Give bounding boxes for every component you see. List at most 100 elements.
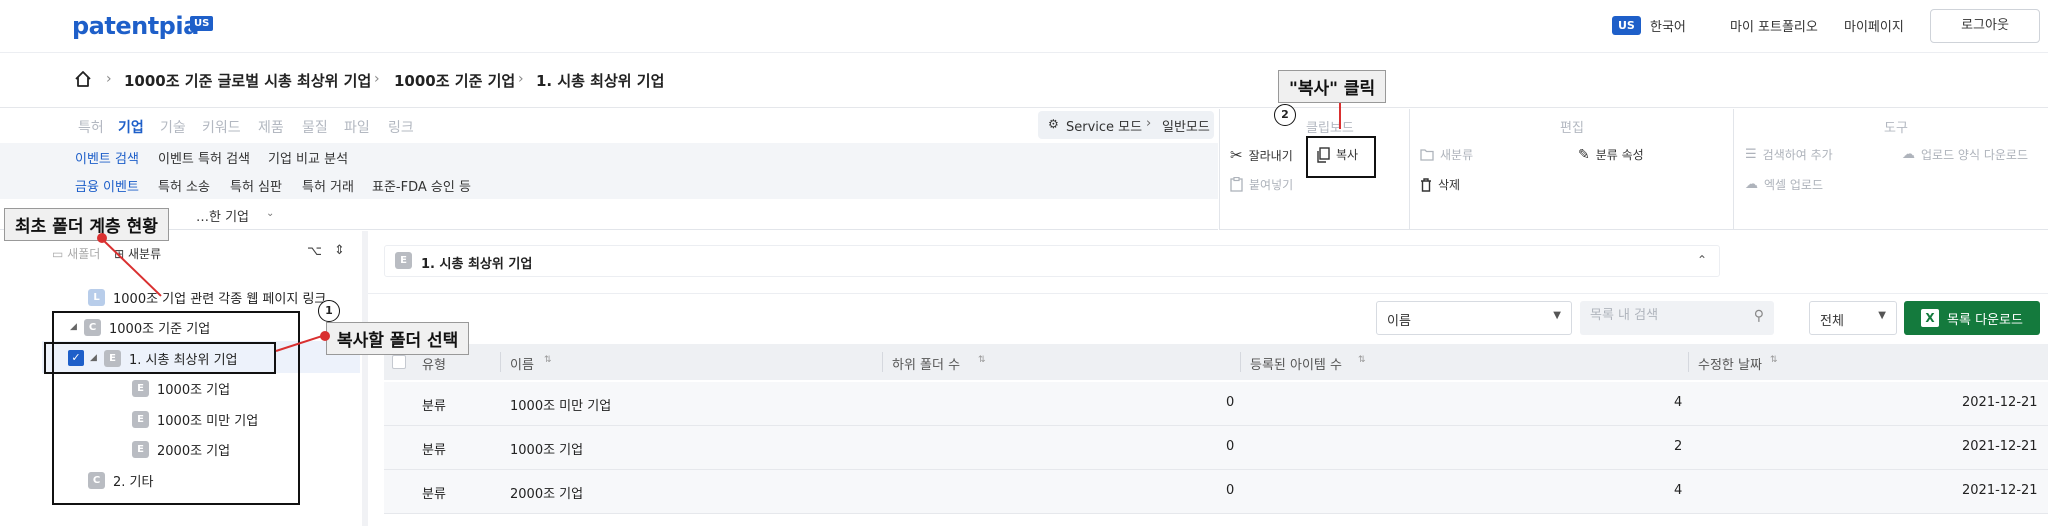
- tab-technology[interactable]: 기술: [160, 117, 186, 137]
- chevron-up-icon[interactable]: ⌃: [1697, 253, 1707, 267]
- subtab-patent-transaction[interactable]: 특허 거래: [302, 176, 354, 195]
- subtab-event-patent-search[interactable]: 이벤트 특허 검색: [158, 148, 250, 167]
- delete-label: 삭제: [1438, 178, 1461, 192]
- sort-icon[interactable]: ⇅: [1770, 355, 1778, 365]
- subtab-patent-trial[interactable]: 특허 심판: [230, 176, 282, 195]
- clipboard-icon: [1230, 177, 1243, 192]
- column-header-items[interactable]: 등록된 아이템 수: [1250, 354, 1342, 373]
- tree-structure-icon[interactable]: ⌥: [307, 244, 322, 259]
- subtab-event-search[interactable]: 이벤트 검색: [75, 148, 139, 167]
- search-icon[interactable]: ⚲: [1754, 308, 1764, 324]
- list-download-button[interactable]: X 목록 다운로드: [1904, 301, 2040, 335]
- cell-subfolders: 0: [1226, 483, 1235, 498]
- new-category-button[interactable]: 새분류: [1420, 146, 1473, 163]
- table-header: 유형 이름 ⇅ 하위 폴더 수 ⇅ 등록된 아이템 수 ⇅ 수정한 날짜 ⇅: [384, 344, 2048, 380]
- column-header-type[interactable]: 유형: [422, 354, 446, 373]
- excel-upload-label: 엑셀 업로드: [1764, 178, 1824, 192]
- my-portfolio-link[interactable]: 마이 포트폴리오: [1730, 16, 1818, 35]
- tab-product[interactable]: 제품: [258, 117, 284, 137]
- annotation-tree-status: 최초 폴더 계층 현황: [4, 208, 169, 241]
- column-divider: [1688, 352, 1689, 372]
- sort-icon[interactable]: ⇅: [544, 355, 552, 365]
- filter-select-value: 전체: [1820, 314, 1844, 329]
- cloud-download-icon: ☁: [1902, 147, 1915, 162]
- language-link[interactable]: 한국어: [1650, 16, 1686, 35]
- cut-label: 잘라내기: [1248, 148, 1293, 163]
- step-2-badge: 2: [1274, 104, 1296, 126]
- normal-mode-label[interactable]: 일반모드: [1162, 116, 1210, 135]
- pencil-icon: ✎: [1578, 146, 1590, 163]
- sort-icon[interactable]: ⇅: [1358, 355, 1366, 365]
- edit-section-title: 편집: [1560, 121, 1584, 136]
- filter-select[interactable]: 전체 ▼: [1809, 301, 1897, 335]
- column-header-subfolders[interactable]: 하위 폴더 수: [892, 354, 960, 373]
- tab-company[interactable]: 기업: [118, 117, 144, 137]
- annotation-leader-line: [1339, 101, 1341, 129]
- subtab-patent-litigation[interactable]: 특허 소송: [158, 176, 210, 195]
- logo-region-badge: US: [190, 16, 214, 31]
- category-properties-label: 분류 속성: [1595, 148, 1644, 162]
- column-divider: [1240, 352, 1241, 372]
- copy-highlight-box: [1306, 136, 1376, 178]
- tab-material[interactable]: 물질: [302, 117, 328, 137]
- cell-type: 분류: [422, 443, 446, 458]
- collapse-all-icon[interactable]: ⇕: [334, 243, 345, 258]
- service-mode-label[interactable]: Service 모드: [1066, 116, 1142, 135]
- chevron-down-icon: ▼: [1878, 310, 1886, 321]
- new-folder-button[interactable]: ▭ 새폴더: [52, 247, 100, 261]
- category-properties-button[interactable]: ✎ 분류 속성: [1578, 146, 1644, 163]
- folder-title-bar[interactable]: E 1. 시총 최상위 기업 ⌃: [384, 245, 1720, 277]
- sub-nav-row-3-label[interactable]: …한 기업: [196, 206, 249, 225]
- column-header-modified[interactable]: 수정한 날짜: [1698, 354, 1762, 373]
- language-badge[interactable]: US: [1612, 16, 1641, 35]
- new-category-tree-label: 새분류: [127, 247, 162, 261]
- folder-title: 1. 시총 최상위 기업: [421, 257, 533, 272]
- search-add-button[interactable]: ☰ 검색하여 추가: [1745, 146, 1833, 163]
- sort-select[interactable]: 이름 ▼: [1376, 301, 1572, 335]
- paste-button[interactable]: 붙여넣기: [1230, 176, 1293, 193]
- list-search-input[interactable]: [1590, 308, 1770, 323]
- paste-label: 붙여넣기: [1249, 178, 1294, 192]
- column-header-name[interactable]: 이름: [510, 354, 534, 373]
- tab-link[interactable]: 링크: [388, 117, 414, 137]
- upload-template-button[interactable]: ☁ 업로드 양식 다운로드: [1902, 146, 2028, 163]
- tree-item[interactable]: L 1000조 기업 관련 각종 웹 페이지 링크: [88, 284, 326, 310]
- subtab-standard-fda[interactable]: 표준-FDA 승인 등: [372, 176, 471, 195]
- table-row[interactable]: 분류 2000조 기업 0 4 2021-12-21: [384, 470, 2048, 514]
- scissors-icon: ✂: [1230, 146, 1243, 164]
- tab-file[interactable]: 파일: [344, 117, 370, 137]
- cell-items: 4: [1674, 483, 1683, 498]
- cloud-upload-icon: ☁: [1745, 177, 1758, 192]
- select-all-checkbox[interactable]: [392, 355, 406, 369]
- breadcrumb-item-current: 1. 시총 최상위 기업: [536, 72, 665, 90]
- breadcrumb-item[interactable]: 1000조 기준 글로벌 시총 최상위 기업: [124, 70, 371, 91]
- table-row[interactable]: 분류 1000조 미만 기업 0 4 2021-12-21: [384, 382, 2048, 426]
- column-divider: [500, 352, 501, 372]
- chevron-down-icon[interactable]: ⌄: [266, 208, 274, 219]
- logout-button[interactable]: 로그아웃: [1930, 9, 2040, 43]
- mode-toggle[interactable]: ⚙ Service 모드 › 일반모드: [1038, 111, 1214, 139]
- tab-keyword[interactable]: 키워드: [202, 117, 241, 137]
- cell-items: 2: [1674, 439, 1683, 454]
- table-row[interactable]: 분류 1000조 기업 0 2 2021-12-21: [384, 426, 2048, 470]
- delete-button[interactable]: 삭제: [1420, 176, 1460, 193]
- section-divider: [1409, 109, 1410, 230]
- logo[interactable]: patentpia: [72, 12, 199, 40]
- list-search[interactable]: ⚲: [1580, 301, 1774, 335]
- trash-icon: [1421, 177, 1431, 192]
- cell-type: 분류: [422, 399, 446, 414]
- subtab-finance-event[interactable]: 금융 이벤트: [75, 176, 139, 195]
- mypage-link[interactable]: 마이페이지: [1844, 16, 1904, 35]
- sort-icon[interactable]: ⇅: [978, 355, 986, 365]
- excel-upload-button[interactable]: ☁ 엑셀 업로드: [1745, 176, 1823, 193]
- tab-patent[interactable]: 특허: [78, 117, 104, 137]
- subtab-company-compare[interactable]: 기업 비교 분석: [268, 148, 348, 167]
- cell-modified: 2021-12-21: [1962, 483, 2038, 498]
- breadcrumb-item[interactable]: 1000조 기준 기업: [394, 70, 515, 91]
- home-icon[interactable]: [74, 70, 92, 92]
- selected-folder-box: [44, 342, 276, 374]
- clipboard-section-title: 클립보드: [1306, 121, 1354, 136]
- cut-button[interactable]: ✂ 잘라내기: [1230, 146, 1293, 164]
- annotation-copy-click: "복사" 클릭: [1278, 70, 1387, 103]
- event-folder-icon: E: [395, 252, 412, 269]
